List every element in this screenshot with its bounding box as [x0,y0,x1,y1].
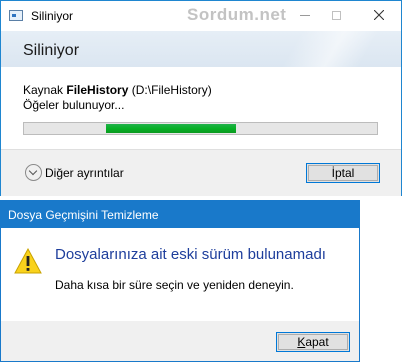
minimize-button[interactable] [297,7,313,23]
source-line: Kaynak FileHistory (D:\FileHistory) [23,83,212,97]
progress-bar [23,122,378,135]
watermark: Sordum.net [187,5,287,24]
window-title: Dosya Geçmişini Temizleme [8,208,159,222]
source-path: (D:\FileHistory) [131,83,212,97]
header-banner: Siliniyor [1,31,401,67]
title-bar[interactable]: Dosya Geçmişini Temizleme [1,201,359,228]
progress-marquee-fill [106,124,236,133]
message-heading: Dosyalarınıza ait eski sürüm bulunamadı [55,246,326,263]
file-history-cleanup-window: Dosya Geçmişini Temizleme Dosyalarınıza … [0,200,360,362]
close-icon [374,10,384,20]
window-app-icon [9,10,23,21]
dialog-footer: Kapat [1,321,359,361]
close-window-button[interactable] [371,7,387,23]
close-button-label: apat [305,335,329,349]
more-details-toggle[interactable]: Diğer ayrıntılar [25,164,124,181]
cancel-button[interactable]: İptal [306,163,380,183]
source-name: FileHistory [66,83,129,97]
source-prefix: Kaynak [23,83,64,97]
chevron-down-icon [25,164,42,181]
warning-icon [14,248,42,274]
close-button-accesskey: K [297,335,306,349]
status-text: Öğeler bulunuyor... [23,98,125,112]
banner-decoration [251,31,401,67]
maximize-button[interactable] [328,7,344,23]
title-bar[interactable]: Siliniyor Sordum.net [1,1,401,31]
delete-progress-window: Siliniyor Sordum.net Siliniyor Kaynak Fi… [0,0,402,196]
minimize-icon [300,14,310,16]
dialog-heading: Siliniyor [23,42,80,59]
message-body: Daha kısa bir süre seçin ve yeniden dene… [55,278,294,292]
window-title: Siliniyor [31,9,74,23]
close-button[interactable]: Kapat [276,332,350,352]
dialog-footer: Diğer ayrıntılar İptal [1,149,401,196]
more-details-label: Diğer ayrıntılar [45,165,124,180]
maximize-icon [331,10,341,20]
